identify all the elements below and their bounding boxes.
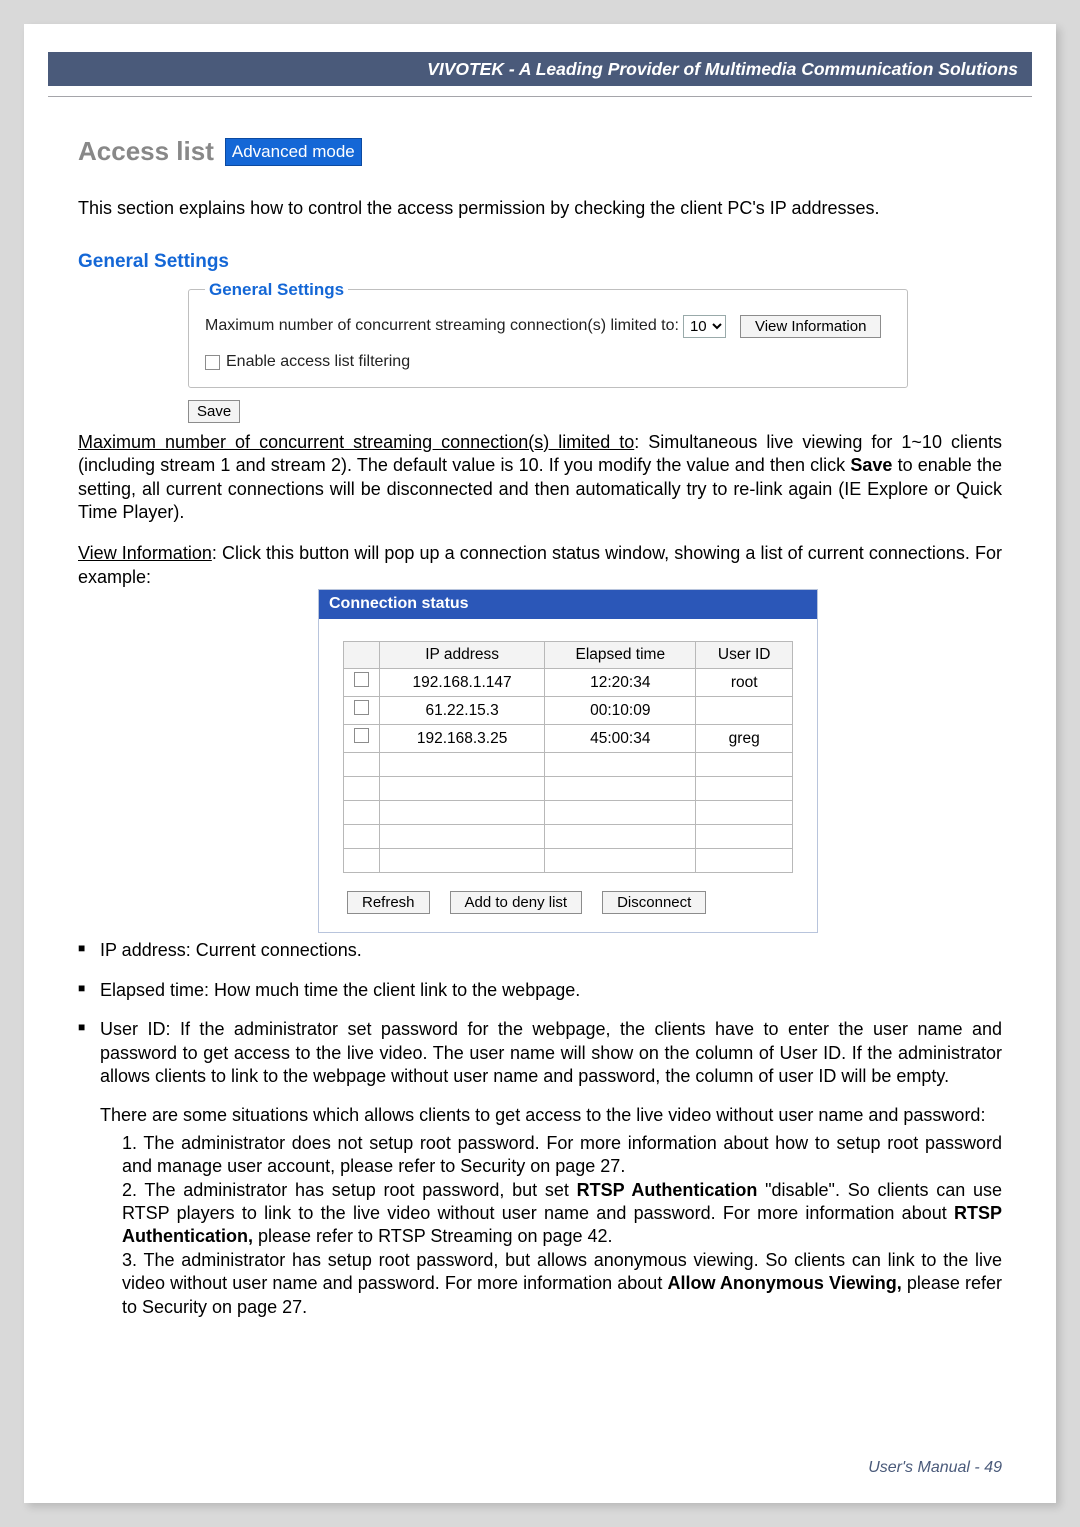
enable-filtering-label: Enable access list filtering: [226, 352, 410, 373]
table-row-empty: [344, 849, 793, 873]
view-info-underline: View Information: [78, 543, 212, 563]
view-info-text: : Click this button will pop up a connec…: [78, 543, 1002, 586]
situation-1: 1. The administrator does not setup root…: [122, 1132, 1002, 1179]
connection-status-title: Connection status: [319, 590, 817, 619]
footer-page: 49: [984, 1459, 1002, 1476]
max-conn-paragraph: Maximum number of concurrent streaming c…: [78, 431, 1002, 525]
enable-filtering-checkbox[interactable]: [205, 355, 220, 370]
row-checkbox[interactable]: [354, 700, 369, 715]
cell-ip: 192.168.1.147: [380, 669, 545, 697]
view-information-button[interactable]: View Information: [740, 315, 881, 338]
connection-table: IP address Elapsed time User ID 192.168.…: [343, 641, 793, 874]
table-row-empty: [344, 801, 793, 825]
footer: User's Manual - 49: [868, 1459, 1002, 1477]
max-conn-save-bold: Save: [850, 455, 892, 475]
table-row: 192.168.1.147 12:20:34 root: [344, 669, 793, 697]
table-header-time: Elapsed time: [545, 641, 696, 668]
header-text: VIVOTEK - A Leading Provider of Multimed…: [427, 59, 1018, 80]
page-title: Access list: [78, 136, 214, 166]
disconnect-button[interactable]: Disconnect: [602, 891, 706, 914]
table-header-ip: IP address: [380, 641, 545, 668]
table-row: 192.168.3.25 45:00:34 greg: [344, 725, 793, 753]
row-checkbox[interactable]: [354, 672, 369, 687]
save-button[interactable]: Save: [188, 400, 240, 423]
general-settings-legend: General Settings: [205, 279, 348, 301]
cell-ip: 61.22.15.3: [380, 697, 545, 725]
cell-time: 45:00:34: [545, 725, 696, 753]
table-header-checkbox: [344, 641, 380, 668]
situation-2: 2. The administrator has setup root pass…: [122, 1179, 1002, 1249]
add-deny-button[interactable]: Add to deny list: [450, 891, 583, 914]
refresh-button[interactable]: Refresh: [347, 891, 430, 914]
cell-time: 12:20:34: [545, 669, 696, 697]
row-checkbox[interactable]: [354, 728, 369, 743]
general-settings-heading: General Settings: [78, 250, 1002, 275]
situations-intro: There are some situations which allows c…: [100, 1104, 1002, 1127]
bullet-userid: User ID: If the administrator set passwo…: [78, 1018, 1002, 1319]
bullet-elapsed: Elapsed time: How much time the client l…: [78, 979, 1002, 1002]
general-settings-panel: General Settings Maximum number of concu…: [188, 279, 908, 388]
cell-user: root: [696, 669, 793, 697]
table-row: 61.22.15.3 00:10:09: [344, 697, 793, 725]
cell-time: 00:10:09: [545, 697, 696, 725]
connection-status-panel: Connection status IP address Elapsed tim…: [318, 589, 818, 933]
cell-user: [696, 697, 793, 725]
cell-ip: 192.168.3.25: [380, 725, 545, 753]
situation-3: 3. The administrator has setup root pass…: [122, 1249, 1002, 1319]
view-info-paragraph: View Information: Click this button will…: [78, 542, 1002, 589]
bullet-userid-text: User ID: If the administrator set passwo…: [100, 1019, 1002, 1086]
intro-paragraph: This section explains how to control the…: [78, 197, 1002, 220]
bullet-ip: IP address: Current connections.: [78, 939, 1002, 962]
table-row-empty: [344, 777, 793, 801]
table-header-row: IP address Elapsed time User ID: [344, 641, 793, 668]
table-header-user: User ID: [696, 641, 793, 668]
max-conn-label: Maximum number of concurrent streaming c…: [205, 316, 679, 337]
table-row-empty: [344, 825, 793, 849]
footer-label: User's Manual -: [868, 1459, 984, 1476]
title-row: Access list Advanced mode: [78, 135, 1002, 169]
cell-user: greg: [696, 725, 793, 753]
max-conn-select[interactable]: 10: [683, 315, 726, 338]
advanced-mode-badge: Advanced mode: [225, 138, 362, 166]
max-conn-underline: Maximum number of concurrent streaming c…: [78, 432, 634, 452]
header-bar: VIVOTEK - A Leading Provider of Multimed…: [48, 52, 1032, 86]
table-row-empty: [344, 753, 793, 777]
